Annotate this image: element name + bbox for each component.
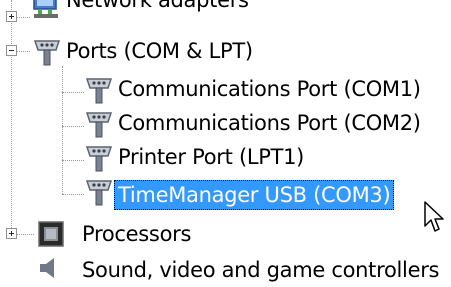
- tree-node-lpt1[interactable]: Printer Port (LPT1): [114, 140, 308, 174]
- mouse-cursor-icon: [424, 201, 444, 232]
- tree-node-label: TimeManager USB (COM3): [114, 180, 395, 210]
- tree-line: [16, 51, 30, 52]
- port-connector-icon: [85, 180, 113, 206]
- port-connector-icon: [85, 78, 113, 104]
- port-connector-icon: [33, 40, 61, 66]
- tree-node-label: Processors: [82, 222, 192, 246]
- tree-node-label: Printer Port (LPT1): [118, 145, 305, 169]
- tree-node-timemanager-usb[interactable]: TimeManager USB (COM3): [114, 178, 395, 212]
- processor-chip-icon: [38, 221, 64, 247]
- tree-line: [62, 194, 84, 195]
- tree-node-processors[interactable]: Processors: [78, 217, 195, 251]
- tree-node-network-adapters[interactable]: Network adapters: [62, 0, 253, 17]
- tree-node-sound-controllers[interactable]: Sound, video and game controllers: [78, 253, 443, 287]
- tree-line: [16, 234, 34, 235]
- tree-line: [11, 0, 12, 232]
- tree-line: [16, 17, 30, 18]
- tree-node-label: Communications Port (COM1): [118, 77, 421, 101]
- collapse-ports-button[interactable]: [6, 45, 17, 56]
- tree-node-com2[interactable]: Communications Port (COM2): [114, 106, 425, 140]
- tree-line: [62, 160, 84, 161]
- tree-line: [62, 92, 84, 93]
- tree-line: [62, 126, 84, 127]
- expand-processors-button[interactable]: [6, 228, 17, 239]
- port-connector-icon: [85, 112, 113, 138]
- tree-node-com1[interactable]: Communications Port (COM1): [114, 72, 425, 106]
- speaker-icon: [40, 258, 54, 278]
- device-tree[interactable]: Network adapters Ports (COM & LPT) Commu…: [0, 0, 451, 282]
- network-adapter-icon: [33, 0, 58, 18]
- tree-node-label: Sound, video and game controllers: [82, 258, 440, 282]
- port-connector-icon: [85, 146, 113, 172]
- expand-network-adapters-button[interactable]: [6, 11, 17, 22]
- tree-node-label: Ports (COM & LPT): [66, 39, 253, 63]
- tree-node-ports[interactable]: Ports (COM & LPT): [62, 34, 257, 68]
- tree-node-label: Communications Port (COM2): [118, 111, 421, 135]
- tree-node-label: Network adapters: [66, 0, 249, 12]
- tree-line: [62, 66, 63, 194]
